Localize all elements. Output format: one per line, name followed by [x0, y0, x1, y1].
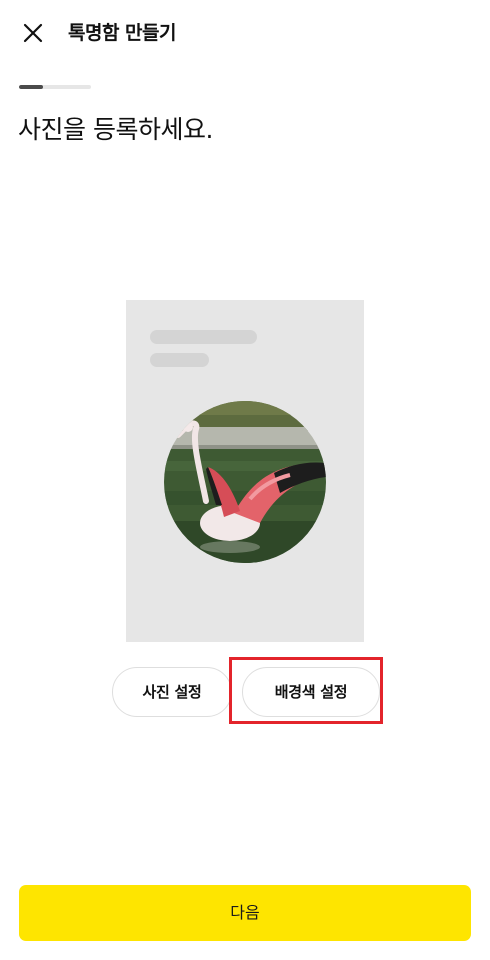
placeholder-line-subtitle	[150, 353, 209, 367]
progress-fill	[19, 85, 43, 89]
photo-settings-button[interactable]: 사진 설정	[112, 667, 232, 717]
photo-action-buttons: 사진 설정 배경색 설정	[0, 667, 490, 717]
business-card-preview	[126, 300, 364, 642]
close-icon	[23, 23, 43, 43]
profile-photo[interactable]	[164, 401, 326, 563]
progress-bar	[19, 85, 91, 89]
placeholder-line-name	[150, 330, 257, 344]
close-button[interactable]	[16, 16, 50, 50]
headline: 사진을 등록하세요.	[18, 115, 213, 144]
flamingo-photo-image	[164, 401, 326, 563]
header-bar: 톡명함 만들기	[0, 0, 490, 68]
background-color-settings-button[interactable]: 배경색 설정	[242, 667, 380, 717]
next-button[interactable]: 다음	[19, 885, 471, 941]
page-title: 톡명함 만들기	[68, 22, 177, 44]
